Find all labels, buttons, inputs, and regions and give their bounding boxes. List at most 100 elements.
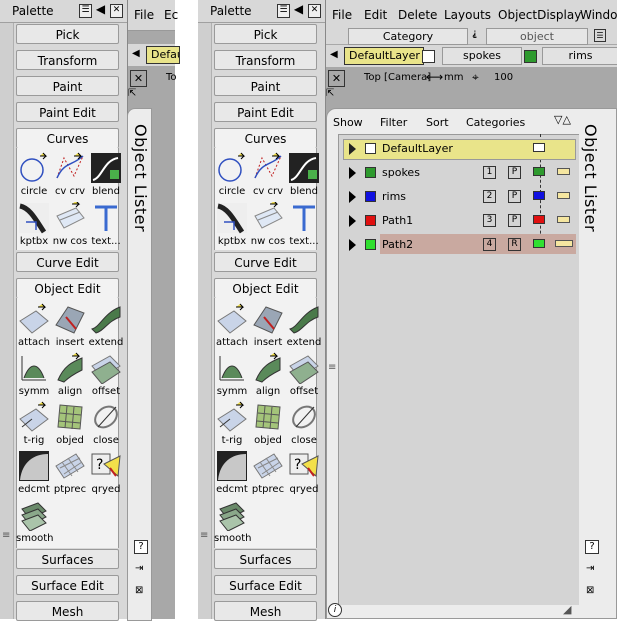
tool-kptbx[interactable]: kptbx bbox=[214, 202, 250, 250]
layer-line-swatch[interactable] bbox=[555, 240, 573, 247]
expand-triangle-icon[interactable] bbox=[349, 215, 356, 227]
tool-blend[interactable]: blend bbox=[88, 152, 124, 200]
tool-close[interactable]: close bbox=[286, 401, 322, 449]
lister-row-path2[interactable]: Path2 4 R bbox=[340, 234, 576, 256]
tool-ptprec[interactable]: ptprec bbox=[52, 450, 88, 498]
layer-state-flag[interactable]: P bbox=[508, 214, 521, 227]
lister-row-rims[interactable]: rims 2 P bbox=[340, 186, 576, 208]
layer-swatch-spokes[interactable] bbox=[524, 50, 537, 63]
tab-curve-edit[interactable]: Curve Edit bbox=[16, 252, 119, 272]
tool-blend[interactable]: blend bbox=[286, 152, 322, 200]
tool-cv-crv[interactable]: cv crv bbox=[250, 152, 286, 200]
tab-curves[interactable]: Curves bbox=[214, 128, 317, 148]
visibility-toggle[interactable] bbox=[533, 215, 545, 224]
chevron-left-icon[interactable]: ◀ bbox=[95, 3, 106, 16]
lister-row-defaultlayer[interactable]: DefaultLayer bbox=[340, 138, 576, 160]
object-field[interactable]: object bbox=[486, 28, 588, 45]
tab-paint-edit[interactable]: Paint Edit bbox=[16, 102, 119, 122]
layer-color-swatch[interactable] bbox=[365, 239, 376, 250]
tab-paint-edit[interactable]: Paint Edit bbox=[214, 102, 317, 122]
drag-grip-icon[interactable]: ≡ bbox=[2, 530, 11, 541]
menu-layouts[interactable]: Layouts bbox=[444, 8, 491, 22]
tool-qryed[interactable]: ? qryed bbox=[286, 450, 322, 498]
tool-text[interactable]: text... bbox=[88, 202, 124, 250]
tool-smooth[interactable]: smooth bbox=[214, 499, 251, 547]
tool-kptbx[interactable]: kptbx bbox=[16, 202, 52, 250]
tool-align[interactable]: align bbox=[52, 352, 88, 400]
tool-insert[interactable]: insert bbox=[250, 303, 286, 351]
menu-windows[interactable]: Window bbox=[580, 8, 617, 22]
close-icon[interactable]: ⊠ bbox=[586, 585, 594, 596]
menu-file[interactable]: File bbox=[134, 8, 154, 22]
menu-delete[interactable]: Delete bbox=[398, 8, 437, 22]
tab-paint[interactable]: Paint bbox=[214, 76, 317, 96]
layer-color-swatch[interactable] bbox=[365, 191, 376, 202]
layer-button-default[interactable]: Defau bbox=[146, 46, 180, 64]
viewport-close-icon[interactable]: ✕ bbox=[130, 70, 147, 87]
tab-pick[interactable]: Pick bbox=[214, 24, 317, 44]
lister-row-path1[interactable]: Path1 3 P bbox=[340, 210, 576, 232]
layer-state-flag[interactable]: P bbox=[508, 190, 521, 203]
expand-triangle-icon[interactable] bbox=[349, 239, 356, 251]
tab-curve-edit[interactable]: Curve Edit bbox=[214, 252, 317, 272]
tool-circle[interactable]: circle bbox=[214, 152, 250, 200]
chevron-left-icon[interactable]: ◀ bbox=[132, 48, 140, 59]
tool-objed[interactable]: objed bbox=[52, 401, 88, 449]
layer-button-rims[interactable]: rims bbox=[542, 47, 617, 65]
tab-paint[interactable]: Paint bbox=[16, 76, 119, 96]
viewport-close-icon[interactable]: ✕ bbox=[328, 70, 345, 87]
help-icon[interactable]: ? bbox=[585, 540, 599, 554]
close-icon[interactable]: ✕ bbox=[308, 4, 321, 18]
collapse-icon[interactable]: ⇥ bbox=[135, 563, 143, 574]
tool-objed[interactable]: objed bbox=[250, 401, 286, 449]
drag-grip-icon[interactable]: ≡ bbox=[200, 530, 209, 541]
info-icon[interactable]: i bbox=[328, 603, 342, 617]
expand-triangle-icon[interactable] bbox=[349, 143, 356, 155]
lister-menu-filter[interactable]: Filter bbox=[380, 116, 407, 129]
list-icon[interactable]: ☰ bbox=[79, 4, 92, 18]
tool-text[interactable]: text... bbox=[286, 202, 322, 250]
expand-triangle-icon[interactable] bbox=[349, 191, 356, 203]
menu-objectdisplay[interactable]: ObjectDisplay bbox=[498, 8, 581, 22]
tab-surfaces[interactable]: Surfaces bbox=[214, 549, 317, 569]
tool-attach[interactable]: attach bbox=[214, 303, 250, 351]
tool-edcmt[interactable]: edcmt bbox=[16, 450, 52, 498]
lister-menu-categories[interactable]: Categories bbox=[466, 116, 525, 129]
tab-curves[interactable]: Curves bbox=[16, 128, 119, 148]
tab-mesh[interactable]: Mesh bbox=[16, 601, 119, 621]
tab-pick[interactable]: Pick bbox=[16, 24, 119, 44]
tool-insert[interactable]: insert bbox=[52, 303, 88, 351]
tab-object-edit[interactable]: Object Edit bbox=[16, 278, 119, 298]
layer-color-swatch[interactable] bbox=[365, 143, 376, 154]
tab-surface-edit[interactable]: Surface Edit bbox=[16, 575, 119, 595]
close-icon[interactable]: ⊠ bbox=[135, 585, 143, 596]
tab-transform[interactable]: Transform bbox=[16, 50, 119, 70]
list-icon[interactable]: ☰ bbox=[277, 4, 290, 18]
tool-edcmt[interactable]: edcmt bbox=[214, 450, 250, 498]
layer-color-swatch[interactable] bbox=[365, 167, 376, 178]
menu-edit[interactable]: Ec bbox=[164, 8, 178, 22]
visibility-toggle[interactable] bbox=[533, 167, 545, 176]
tool-attach[interactable]: attach bbox=[16, 303, 52, 351]
layer-color-swatch[interactable] bbox=[365, 215, 376, 226]
tool-offset[interactable]: offset bbox=[88, 352, 124, 400]
layout-icon[interactable]: ☰ bbox=[594, 29, 606, 42]
tool-align[interactable]: align bbox=[250, 352, 286, 400]
tool-offset[interactable]: offset bbox=[286, 352, 322, 400]
expand-corner-icon[interactable]: ⇱ bbox=[128, 88, 136, 99]
tool-ptprec[interactable]: ptprec bbox=[250, 450, 286, 498]
layer-state-flag[interactable]: P bbox=[508, 166, 521, 179]
tab-mesh[interactable]: Mesh bbox=[214, 601, 317, 621]
tool-nw-cos[interactable]: nw cos bbox=[250, 202, 286, 250]
tool-extend[interactable]: extend bbox=[88, 303, 124, 351]
tool-circle[interactable]: circle bbox=[16, 152, 52, 200]
tool-close[interactable]: close bbox=[88, 401, 124, 449]
tab-surface-edit[interactable]: Surface Edit bbox=[214, 575, 317, 595]
category-field[interactable]: Category bbox=[348, 28, 468, 45]
visibility-toggle[interactable] bbox=[533, 191, 545, 200]
tool-symm[interactable]: symm bbox=[16, 352, 52, 400]
help-icon[interactable]: ? bbox=[134, 540, 148, 554]
chevron-left-icon[interactable]: ◀ bbox=[330, 49, 338, 60]
menu-file[interactable]: File bbox=[332, 8, 352, 22]
layer-button-default[interactable]: DefaultLayer bbox=[344, 47, 424, 65]
